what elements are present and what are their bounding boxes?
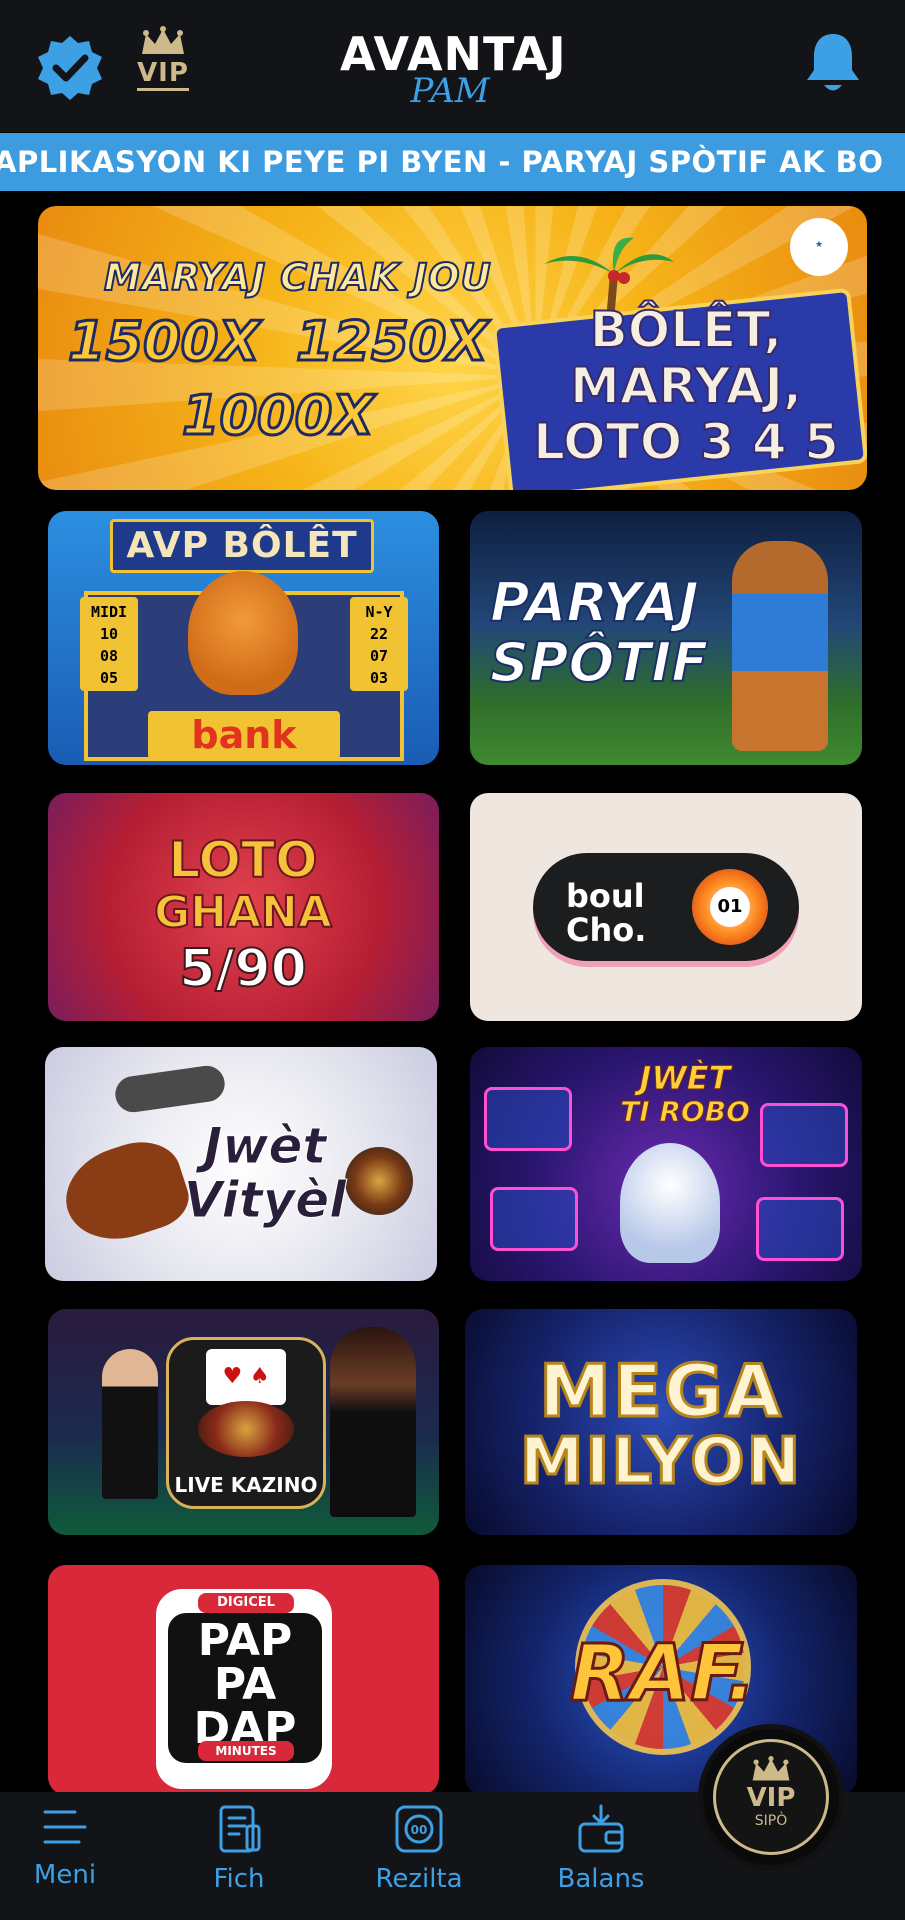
nav-label: Balans [557, 1864, 645, 1894]
vip-support-sub: SIPÒ [754, 1813, 788, 1829]
tile-mega-milyon[interactable]: MEGA MILYON [465, 1309, 857, 1535]
nav-label: Meni [33, 1860, 97, 1890]
tile-paryaj-spotif[interactable]: PARYAJ SPÔTIF [470, 511, 862, 765]
boul-title: boul Cho. [566, 879, 676, 947]
sport-title: PARYAJ SPÔTIF [489, 571, 720, 694]
ghana-line3: 5/90 [178, 938, 308, 1000]
robot-mascot [620, 1143, 720, 1263]
tile-loto-ghana[interactable]: LOTO GHANA 5/90 [48, 793, 439, 1021]
bell-icon[interactable] [802, 30, 864, 96]
wallet-icon [578, 1804, 624, 1853]
board-number: 07 [369, 647, 389, 665]
boul-line1: boul [566, 877, 645, 915]
board-number: 10 [99, 625, 119, 643]
dealer-right-image [330, 1327, 416, 1517]
tile-jwet-vityel[interactable]: Jwèt Vityèl [45, 1047, 437, 1281]
app-logo[interactable]: AVANTAJ PAM [340, 28, 566, 118]
hero-title: MARYAJ CHAK JOU [103, 255, 492, 300]
vip-label: VIP [137, 58, 189, 91]
vityel-title: Jwèt Vityèl [165, 1117, 365, 1229]
vityel-line1: Jwèt [203, 1117, 327, 1175]
board-title: MIDI [90, 603, 128, 621]
tile-pap-pa-dap[interactable]: DIGICEL PAP PA DAP MINUTES [48, 1565, 439, 1795]
tile-avp-bolet[interactable]: AVP BÔLÊT MIDI 10 08 05 N-Y 22 07 03 ban… [48, 511, 439, 765]
hero-corner-logo: ★ [790, 218, 848, 276]
tile-jwet-ti-robo[interactable]: JWÈT TI ROBO [470, 1047, 862, 1281]
ghana-line2: GHANA [153, 886, 333, 939]
vip-button[interactable]: VIP [134, 26, 192, 100]
greyhound-image [113, 1063, 227, 1115]
pap-brand: DIGICEL [198, 1593, 294, 1613]
hero-sign-line1: BÔLÊT, [589, 301, 784, 359]
bolet-sign-text: AVP BÔLÊT [126, 525, 358, 566]
hero-sign-line3: LOTO 3 4 5 [532, 413, 840, 471]
board-number: 22 [369, 625, 389, 643]
nav-label: Rezilta [375, 1864, 463, 1894]
board-number: 08 [99, 647, 119, 665]
ghana-line1: LOTO [167, 830, 318, 890]
ticket-icon [219, 1805, 261, 1853]
pap-line2: PA [213, 1659, 277, 1710]
pap-minutes: MINUTES [198, 1741, 294, 1761]
vip-support-label: VIP [746, 1783, 796, 1813]
vip-support-button[interactable]: VIP SIPÒ [698, 1724, 844, 1870]
robo-screen-cards [756, 1197, 844, 1261]
ticker-text: APLIKASYON KI PEYE PI BYEN - PARYAJ SPÒT… [0, 145, 884, 179]
dealer-left-image [102, 1349, 158, 1499]
ball-number: 01 [710, 887, 750, 927]
tile-boul-cho[interactable]: boul Cho. 01 [470, 793, 862, 1021]
robo-line1: JWÈT [639, 1059, 731, 1098]
nav-item-balans[interactable]: Balans [536, 1804, 666, 1914]
hero-sign-text: BÔLÊT, MARYAJ, LOTO 3 4 5 [516, 301, 856, 471]
tile-live-kazino[interactable]: ♥ ♠ LIVE KAZINO [48, 1309, 439, 1535]
app-header: VIP AVANTAJ PAM [0, 0, 905, 132]
board-number: 03 [369, 669, 389, 687]
hero-banner[interactable]: MARYAJ CHAK JOU 1500X 1250X 1000X BÔLÊT,… [38, 206, 867, 490]
goat-player-mascot [732, 541, 828, 751]
goat-mascot [188, 571, 298, 695]
nav-item-meni[interactable]: Meni [0, 1804, 130, 1914]
sport-title-line1: PARYAJ [489, 571, 700, 634]
hero-multiplier-2: 1250X [295, 309, 490, 375]
robo-screen-left [484, 1087, 572, 1151]
raf-label: RAF. [568, 1628, 757, 1721]
news-ticker: APLIKASYON KI PEYE PI BYEN - PARYAJ SPÒT… [0, 133, 905, 191]
nav-label: Fich [213, 1864, 265, 1894]
bolet-board-ny: N-Y 22 07 03 [350, 597, 408, 691]
nav-item-rezilta[interactable]: 00 Rezilta [354, 1804, 484, 1914]
bolet-bank-text: bank [191, 713, 297, 757]
kazino-label: LIVE KAZINO [174, 1473, 318, 1497]
crown-icon [142, 26, 184, 54]
hero-multiplier-1: 1500X [67, 309, 262, 375]
hero-multiplier-3: 1000X [181, 383, 376, 449]
robo-screen-crash [490, 1187, 578, 1251]
menu-icon [43, 1810, 87, 1844]
roulette-wheel-icon [198, 1401, 294, 1457]
verified-badge-icon[interactable] [36, 34, 104, 102]
vityel-line2: Vityèl [183, 1171, 347, 1229]
board-title: N-Y [365, 603, 393, 621]
crown-icon [752, 1756, 790, 1781]
sport-title-line2: SPÔTIF [489, 631, 709, 694]
vip-support-ring: VIP SIPÒ [713, 1739, 829, 1855]
playing-cards-icon: ♥ ♠ [206, 1349, 286, 1405]
svg-text:00: 00 [411, 1823, 428, 1837]
hero-sign-line2: MARYAJ, [569, 357, 803, 415]
nav-item-fich[interactable]: Fich [174, 1804, 304, 1914]
robo-line2: TI ROBO [620, 1095, 751, 1129]
robo-screen-right [760, 1103, 848, 1167]
results-icon: 00 [395, 1805, 443, 1853]
mega-line1: MEGA [538, 1348, 783, 1435]
bolet-board-midi: MIDI 10 08 05 [80, 597, 138, 691]
boul-line2: Cho. [566, 911, 647, 949]
pap-title: PAP PA DAP [168, 1619, 322, 1751]
mega-line2: MILYON [518, 1424, 803, 1501]
pap-line1: PAP [197, 1615, 293, 1666]
board-number: 05 [99, 669, 119, 687]
